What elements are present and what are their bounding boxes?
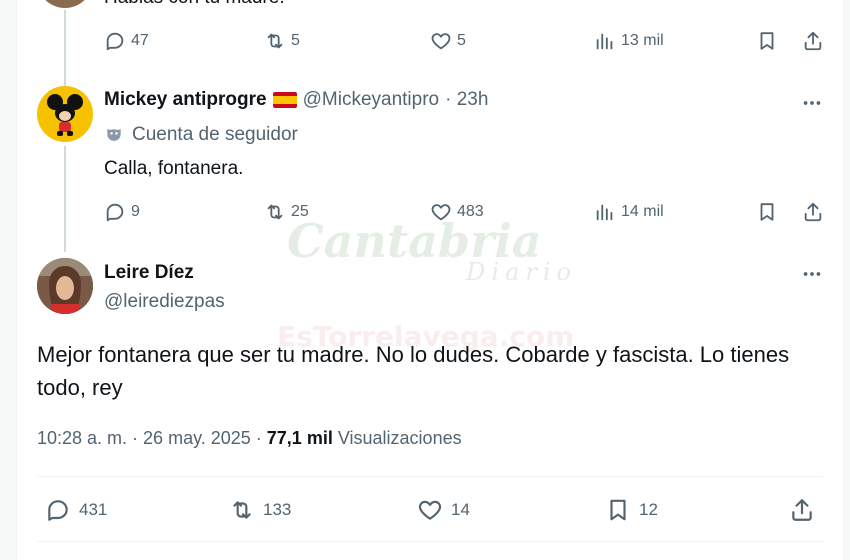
- bookmark-button[interactable]: [756, 30, 778, 52]
- bookmark-button[interactable]: [756, 201, 778, 223]
- retweet-icon: [229, 497, 255, 523]
- views-count: 14 mil: [621, 203, 664, 220]
- share-icon: [789, 497, 815, 523]
- more-horizontal-icon: [801, 92, 823, 114]
- views-button[interactable]: 14 mil: [594, 201, 664, 223]
- heart-icon: [430, 30, 452, 52]
- share-button[interactable]: [789, 497, 815, 523]
- retweet-button[interactable]: 5: [264, 30, 300, 52]
- avatar-mickey[interactable]: [37, 86, 93, 142]
- share-icon: [802, 30, 824, 52]
- bookmark-icon: [756, 30, 778, 52]
- reply-button[interactable]: 431: [45, 497, 107, 523]
- reply-icon: [45, 497, 71, 523]
- mickey-time[interactable]: · 23h: [445, 89, 488, 111]
- retweet-button[interactable]: 133: [229, 497, 291, 523]
- avatar-leire[interactable]: [37, 258, 93, 314]
- views-button[interactable]: 13 mil: [594, 30, 664, 52]
- bookmark-icon: [756, 201, 778, 223]
- views-count-main: 77,1 mil: [266, 428, 333, 448]
- reply-count: 431: [79, 500, 108, 519]
- tweet-prev-actions: 47 5 5 13 mil: [104, 30, 824, 54]
- reply-button[interactable]: 9: [104, 201, 140, 223]
- thread-line-2: [64, 146, 66, 252]
- retweet-count: 25: [291, 203, 309, 220]
- reply-button[interactable]: 47: [104, 30, 149, 52]
- mickey-label: Cuenta de seguidor: [104, 124, 298, 146]
- bookmark-count: 12: [639, 500, 658, 519]
- retweet-count: 5: [291, 32, 300, 49]
- bookmark-button[interactable]: 12: [605, 497, 658, 523]
- retweet-button[interactable]: 25: [264, 201, 309, 223]
- like-count: 5: [457, 32, 466, 49]
- tweet-main-actions: 431 133 14 12: [37, 476, 823, 542]
- more-horizontal-icon: [801, 263, 823, 285]
- more-options-button[interactable]: [801, 263, 823, 290]
- leire-handle[interactable]: @leirediezpas: [104, 291, 225, 313]
- follower-account-label: Cuenta de seguidor: [132, 124, 298, 145]
- mickey-header: Mickey antiprogre @Mickeyantipro · 23h: [104, 89, 488, 111]
- mickey-handle[interactable]: @Mickeyantipro: [303, 89, 440, 111]
- heart-icon: [430, 201, 452, 223]
- watermark-brand-sub: Diario: [466, 258, 577, 286]
- retweet-icon: [264, 201, 286, 223]
- share-button[interactable]: [802, 201, 824, 223]
- views-label: Visualizaciones: [337, 428, 462, 448]
- reply-count: 9: [131, 203, 140, 220]
- watermark-cantabria: Cantabria Diario: [287, 218, 587, 288]
- tweet-meta: 10:28 a. m. · 26 may. 2025 · 77,1 mil Vi…: [37, 428, 462, 449]
- share-button[interactable]: [802, 30, 824, 52]
- mask-icon: [104, 125, 124, 145]
- reply-icon: [104, 201, 126, 223]
- reply-count: 47: [131, 32, 149, 49]
- like-button[interactable]: 14: [417, 497, 470, 523]
- tweet-thread-panel: Cantabria Diario EsTorrelavega.com Habla…: [16, 0, 844, 560]
- views-count: 13 mil: [621, 32, 664, 49]
- like-count: 483: [457, 203, 484, 220]
- reply-icon: [104, 30, 126, 52]
- more-options-button[interactable]: [801, 92, 823, 119]
- mickey-name[interactable]: Mickey antiprogre: [104, 89, 267, 111]
- tweet-timestamp[interactable]: 10:28 a. m. · 26 may. 2025 ·: [37, 428, 267, 448]
- bookmark-icon: [605, 497, 631, 523]
- flag-es-icon: [272, 92, 297, 108]
- bar-chart-icon: [594, 30, 616, 52]
- tweet-mickey-actions: 9 25 483 14 mil: [104, 201, 824, 225]
- like-button[interactable]: 483: [430, 201, 484, 223]
- thread-line-1: [64, 10, 66, 86]
- bar-chart-icon: [594, 201, 616, 223]
- avatar-prev[interactable]: [37, 0, 93, 8]
- heart-icon: [417, 497, 443, 523]
- retweet-icon: [264, 30, 286, 52]
- mickey-text: Calla, fontanera.: [104, 158, 244, 179]
- leire-text: Mejor fontanera que ser tu madre. No lo …: [37, 342, 790, 400]
- leire-name[interactable]: Leire Díez: [104, 262, 194, 284]
- retweet-count: 133: [263, 500, 292, 519]
- like-button[interactable]: 5: [430, 30, 466, 52]
- tweet-prev-text: Hablas con tu madre.: [104, 0, 285, 9]
- share-icon: [802, 201, 824, 223]
- like-count: 14: [451, 500, 470, 519]
